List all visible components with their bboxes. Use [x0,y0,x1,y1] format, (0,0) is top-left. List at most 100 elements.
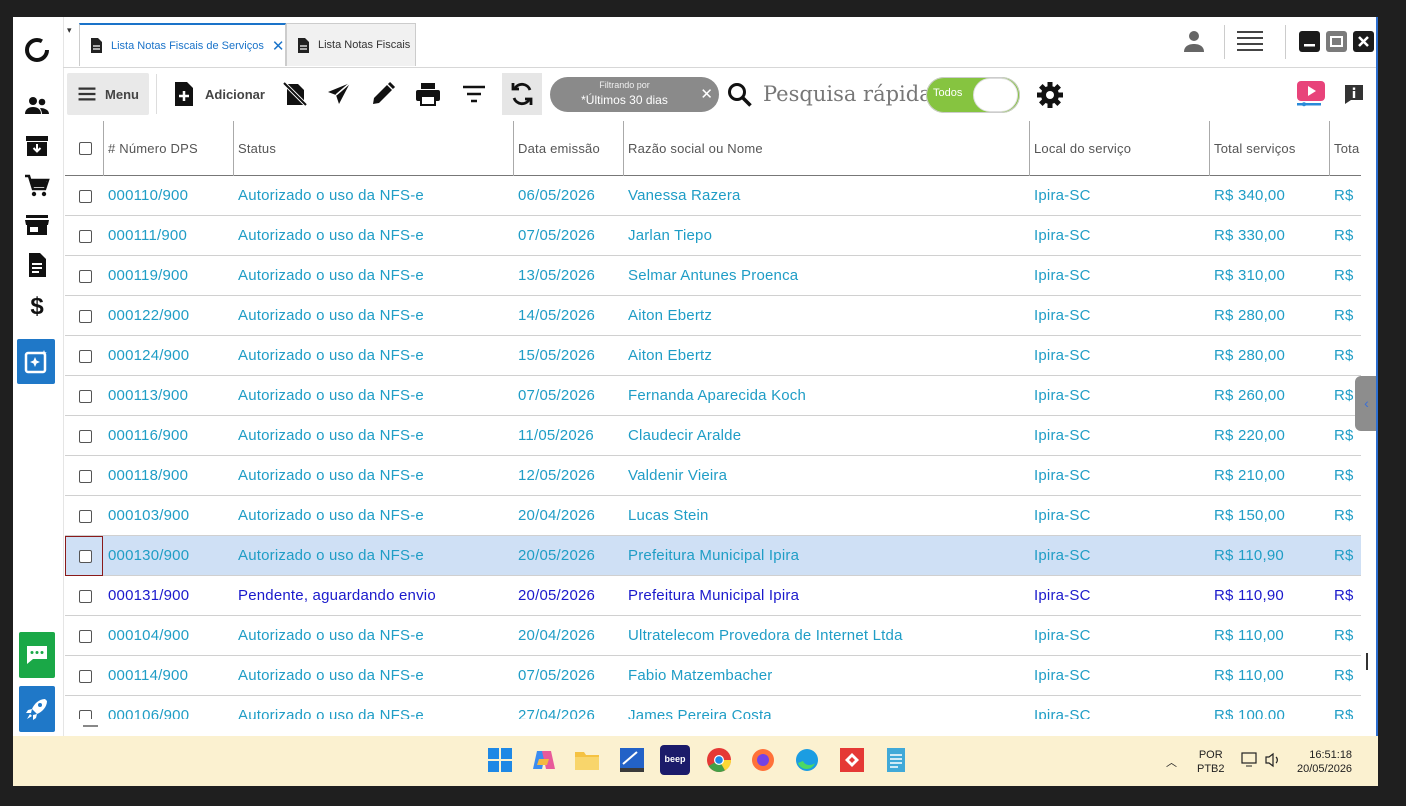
svg-text:$: $ [30,293,44,319]
row-checkbox[interactable] [79,310,92,323]
column-header[interactable]: # Número DPS [104,121,234,176]
app-logo-icon[interactable] [18,32,56,68]
table-row[interactable]: 000124/900 Autorizado o uso da NFS-e 15/05… [65,336,1361,376]
windows-start-icon[interactable] [485,745,515,775]
close-icon[interactable]: ✕ [272,37,285,55]
chat-icon[interactable] [19,632,55,678]
row-checkbox[interactable] [79,630,92,643]
cell-razao-social: James Pereira Costa [628,707,772,719]
cell-status: Autorizado o uso da NFS-e [238,667,424,684]
row-select-cell [65,696,103,719]
anydesk-icon[interactable] [837,745,867,775]
send-icon[interactable] [321,73,357,115]
cell-data-emissao: 13/05/2026 [518,267,596,284]
people-icon[interactable] [18,88,56,124]
tab-lista-notas-fiscais[interactable]: Lista Notas Fiscais [286,23,416,66]
table-row[interactable]: 000104/900 Autorizado o uso da NFS-e 20/04… [65,616,1361,656]
network-icon[interactable] [1241,752,1259,771]
table-row[interactable]: 000110/900 Autorizado o uso da NFS-e 06/05… [65,176,1361,216]
cell-data-emissao: 11/05/2026 [518,427,594,444]
add-button[interactable]: Adicionar [171,73,271,115]
side-panel-handle[interactable]: ‹ [1355,376,1378,431]
volume-icon[interactable] [1264,752,1282,771]
tabs-dropdown-icon[interactable]: ▾ [67,25,72,36]
row-checkbox[interactable] [79,590,92,603]
table-row[interactable]: 000114/900 Autorizado o uso da NFS-e 07/05… [65,656,1361,696]
refresh-icon[interactable] [502,73,542,115]
table-row[interactable]: 000131/900 Pendente, aguardando envio 20/0… [65,576,1361,616]
cancel-document-icon[interactable] [278,73,312,115]
active-filter-chip[interactable]: Filtrando por *Últimos 30 dias ✕ [550,77,719,112]
dollar-icon[interactable]: $ [18,287,56,323]
clock[interactable]: 16:51:18 20/05/2026 [1297,748,1352,776]
select-all-checkbox[interactable] [79,142,92,155]
table-row[interactable]: 000130/900 Autorizado o uso da NFS-e 20/05… [65,536,1361,576]
row-checkbox[interactable] [79,190,92,203]
row-checkbox[interactable] [79,550,92,563]
language-indicator[interactable]: POR PTB2 [1197,748,1225,776]
row-checkbox[interactable] [79,230,92,243]
beep-app-icon[interactable]: beep [660,745,690,775]
quick-search-input[interactable]: Pesquisa rápida [763,82,932,106]
cell-local-servico: Ipira-SC [1034,627,1091,644]
maximize-icon[interactable] [1326,31,1347,52]
close-window-icon[interactable] [1353,31,1374,52]
edge-icon[interactable] [792,745,822,775]
menu-button[interactable]: Menu [67,73,149,115]
cell-numero: 000106/900 [108,707,190,719]
info-icon[interactable] [1343,83,1365,110]
table-row[interactable]: 000113/900 Autorizado o uso da NFS-e 07/05… [65,376,1361,416]
cart-icon[interactable] [18,168,56,204]
table-row[interactable]: 000119/900 Autorizado o uso da NFS-e 13/05… [65,256,1361,296]
archive-icon[interactable] [18,128,56,164]
firefox-icon[interactable] [748,745,778,775]
user-icon[interactable] [1182,29,1206,58]
row-checkbox[interactable] [79,510,92,523]
video-tutorial-icon[interactable] [1296,80,1330,113]
chrome-icon[interactable] [704,745,734,775]
column-header[interactable]: Local do serviço [1030,121,1210,176]
notepad-icon[interactable] [881,745,911,775]
hamburger-menu-icon[interactable] [1236,29,1264,58]
store-icon[interactable] [18,207,56,243]
minimize-icon[interactable] [1299,31,1320,52]
row-select-cell [65,216,103,256]
show-hidden-icons[interactable]: ︿ [1166,754,1177,770]
tab-lista-notas-servicos[interactable]: Lista Notas Fiscais de Serviços ✕ [79,23,286,66]
vertical-scrollbar[interactable] [1366,653,1368,670]
ai-assistant-icon[interactable] [17,339,55,384]
row-checkbox[interactable] [79,670,92,683]
filter-icon[interactable] [456,73,492,115]
monitor-app-icon[interactable] [617,745,647,775]
all-toggle[interactable]: Todos [926,77,1020,113]
document-icon[interactable] [18,247,56,283]
table-row[interactable]: 000103/900 Autorizado o uso da NFS-e 20/04… [65,496,1361,536]
horizontal-scrollbar[interactable] [83,725,98,727]
column-header[interactable]: Razão social ou Nome [624,121,1030,176]
row-checkbox[interactable] [79,710,92,719]
row-checkbox[interactable] [79,350,92,363]
clear-filter-icon[interactable]: ✕ [700,85,713,103]
table-row[interactable]: 000122/900 Autorizado o uso da NFS-e 14/05… [65,296,1361,336]
row-checkbox[interactable] [79,270,92,283]
row-checkbox[interactable] [79,390,92,403]
print-icon[interactable] [410,73,446,115]
settings-gear-icon[interactable] [1035,80,1065,115]
row-checkbox[interactable] [79,470,92,483]
table-row[interactable]: 000106/900 Autorizado o uso da NFS-e 27/04… [65,696,1361,719]
search-icon[interactable] [726,81,754,114]
rocket-icon[interactable] [19,686,55,732]
column-header[interactable]: Data emissão [514,121,624,176]
cell-razao-social: Valdenir Vieira [628,467,728,484]
column-header[interactable]: Total serviços [1210,121,1330,176]
edit-icon[interactable] [365,73,401,115]
row-checkbox[interactable] [79,430,92,443]
copilot-icon[interactable] [529,745,559,775]
file-explorer-icon[interactable] [572,745,602,775]
table-row[interactable]: 000116/900 Autorizado o uso da NFS-e 11/05… [65,416,1361,456]
column-header[interactable]: Status [234,121,514,176]
row-select-cell [65,656,103,696]
column-header[interactable]: Tota [1330,121,1361,176]
table-row[interactable]: 000118/900 Autorizado o uso da NFS-e 12/05… [65,456,1361,496]
table-row[interactable]: 000111/900 Autorizado o uso da NFS-e 07/05… [65,216,1361,256]
